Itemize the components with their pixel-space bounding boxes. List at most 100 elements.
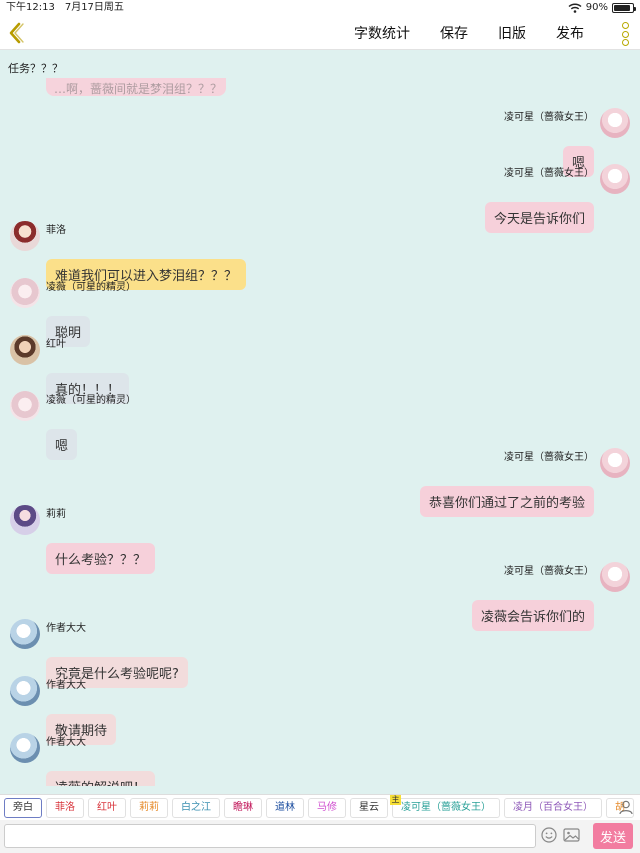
chat-message: 菲洛 难道我们可以进入梦泪组？？？ [10, 221, 410, 290]
message-bubble[interactable]: 恭喜你们通过了之前的考验 [419, 486, 594, 517]
avatar[interactable] [10, 619, 40, 649]
role-chip[interactable]: 红叶 [88, 798, 126, 818]
status-right: 90% [568, 0, 636, 16]
role-chip-label: 菲洛 [55, 802, 75, 813]
message-body: 凌可星（蔷薇女王） 今天是告诉你们 [484, 164, 594, 233]
chat-message: 凌可星（蔷薇女王） 恭喜你们通过了之前的考验 [230, 448, 630, 517]
word-count-button[interactable]: 字数统计 [354, 23, 410, 43]
status-bar: 下午12:13 7月17日周五 90% [0, 0, 640, 16]
chat-message: 作者大大 敬请期待 [10, 676, 410, 745]
battery-percent: 90% [585, 2, 608, 13]
sender-name: 凌薇（可星的精灵） [46, 282, 136, 293]
status-time-date: 下午12:13 7月17日周五 [6, 0, 124, 16]
avatar[interactable] [10, 676, 40, 706]
role-chip-label: 瞻琳 [233, 802, 253, 813]
sender-name: 凌可星（蔷薇女王） [504, 566, 594, 577]
message-bubble[interactable]: 嗯 [46, 429, 78, 460]
avatar[interactable] [600, 448, 630, 478]
clipped-message-text: …啊，蔷薇间就是梦泪组？？？ [54, 82, 223, 96]
message-input[interactable] [4, 824, 536, 848]
role-chip-label: 凌月（百合女王） [513, 802, 593, 813]
sender-name: 凌薇（可星的精灵） [46, 395, 136, 406]
chat-message: 红叶 真的！！！ [10, 335, 410, 404]
role-chip[interactable]: 瞻琳 [224, 798, 262, 818]
wifi-icon [568, 3, 582, 13]
role-chip[interactable]: 白之江 [172, 798, 220, 818]
chat-message: 莉莉什么考验？？？ [10, 505, 410, 574]
sender-name: 凌可星（蔷薇女王） [504, 112, 594, 123]
user-icon[interactable] [618, 799, 634, 815]
sender-name: 菲洛 [46, 225, 66, 236]
avatar[interactable] [10, 335, 40, 365]
top-nav: 字数统计 保存 旧版 发布 [0, 16, 640, 50]
sender-name: 凌可星（蔷薇女王） [504, 168, 594, 179]
message-body: 凌薇（可星的精灵） 嗯 [46, 391, 136, 460]
chat-message: 凌薇（可星的精灵） 聪明 [10, 278, 410, 347]
role-chip-list: 旁白 菲洛 红叶 莉莉 白之江 瞻琳 道林 马修 星云 凌可星（蔷薇女王）主凌月（百合女王）胡 [4, 795, 634, 818]
emoji-icon[interactable] [541, 827, 557, 843]
message-body: 作者大大凌薇的解说吧！ [46, 733, 156, 786]
chat-area[interactable]: 任务？？？ …啊，蔷薇间就是梦泪组？？？ 凌可星（蔷薇女王）嗯凌可星（蔷薇女王）… [0, 50, 640, 786]
role-chip[interactable]: 旁白 [4, 798, 42, 818]
clipped-message-bubble: …啊，蔷薇间就是梦泪组？？？ [46, 78, 226, 96]
save-button[interactable]: 保存 [440, 23, 468, 43]
message-bubble[interactable]: 今天是告诉你们 [484, 202, 594, 233]
chat-message: 凌可星（蔷薇女王） 凌薇会告诉你们的 [230, 562, 630, 631]
avatar[interactable] [10, 733, 40, 763]
role-chip-label: 莉莉 [139, 802, 159, 813]
role-chip-label: 旁白 [13, 802, 33, 813]
role-chip-label: 凌可星（蔷薇女王） [401, 802, 491, 813]
message-body: 凌可星（蔷薇女王） 凌薇会告诉你们的 [471, 562, 594, 631]
avatar[interactable] [600, 108, 630, 138]
role-chip-label: 红叶 [97, 802, 117, 813]
role-chip[interactable]: 凌可星（蔷薇女王）主 [390, 795, 500, 818]
message-bubble[interactable]: 凌薇的解说吧！ [46, 771, 156, 786]
message-body: 凌可星（蔷薇女王） 恭喜你们通过了之前的考验 [419, 448, 594, 517]
chat-message: 作者大大 究竟是什么考验呢呢? [10, 619, 410, 688]
role-chip-label: 白之江 [181, 802, 211, 813]
status-time: 下午12:13 [6, 2, 55, 13]
avatar[interactable] [600, 164, 630, 194]
chat-message: 凌薇（可星的精灵） 嗯 [10, 391, 410, 460]
avatar[interactable] [10, 221, 40, 251]
message-bubble[interactable]: 什么考验？？？ [46, 543, 156, 574]
chat-message: 凌可星（蔷薇女王） 今天是告诉你们 [230, 164, 630, 233]
back-arrow-icon[interactable] [4, 19, 28, 47]
role-chip-label: 星云 [359, 802, 379, 813]
chat-message: 作者大大凌薇的解说吧！ [10, 733, 410, 786]
avatar[interactable] [10, 278, 40, 308]
role-chip-label: 道林 [275, 802, 295, 813]
chat-message: 凌可星（蔷薇女王）嗯 [230, 108, 630, 177]
role-chip[interactable]: 凌月（百合女王） [504, 798, 602, 818]
sender-name: 作者大大 [46, 680, 86, 691]
send-button[interactable]: 发送 [593, 823, 633, 849]
sender-name: 凌可星（蔷薇女王） [504, 452, 594, 463]
message-bubble[interactable]: 凌薇会告诉你们的 [471, 600, 594, 631]
role-chip[interactable]: 星云 [350, 798, 388, 818]
role-chip[interactable]: 马修 [308, 798, 346, 818]
avatar[interactable] [10, 505, 40, 535]
avatar[interactable] [600, 562, 630, 592]
battery-icon [612, 3, 636, 13]
role-chip[interactable]: 莉莉 [130, 798, 168, 818]
input-bar: 发送 [0, 820, 640, 853]
publish-button[interactable]: 发布 [556, 23, 584, 43]
role-chip[interactable]: 菲洛 [46, 798, 84, 818]
role-selector-bar: 旁白 菲洛 红叶 莉莉 白之江 瞻琳 道林 马修 星云 凌可星（蔷薇女王）主凌月（百合女王）胡 [0, 794, 640, 820]
sender-name: 作者大大 [46, 623, 86, 634]
owner-badge: 主 [390, 795, 401, 805]
battery-fill [614, 5, 631, 11]
old-version-button[interactable]: 旧版 [498, 23, 526, 43]
more-menu-icon[interactable] [620, 22, 630, 46]
message-body: 莉莉什么考验？？？ [46, 505, 156, 574]
task-note: 任务？？？ [8, 60, 67, 76]
nav-actions: 字数统计 保存 旧版 发布 [354, 16, 584, 50]
sender-name: 作者大大 [46, 737, 86, 748]
image-icon[interactable] [563, 827, 580, 843]
status-date: 7月17日周五 [64, 2, 124, 13]
sender-name: 红叶 [46, 339, 66, 350]
sender-name: 莉莉 [46, 509, 66, 520]
role-chip[interactable]: 道林 [266, 798, 304, 818]
avatar[interactable] [10, 391, 40, 421]
role-chip-label: 马修 [317, 802, 337, 813]
